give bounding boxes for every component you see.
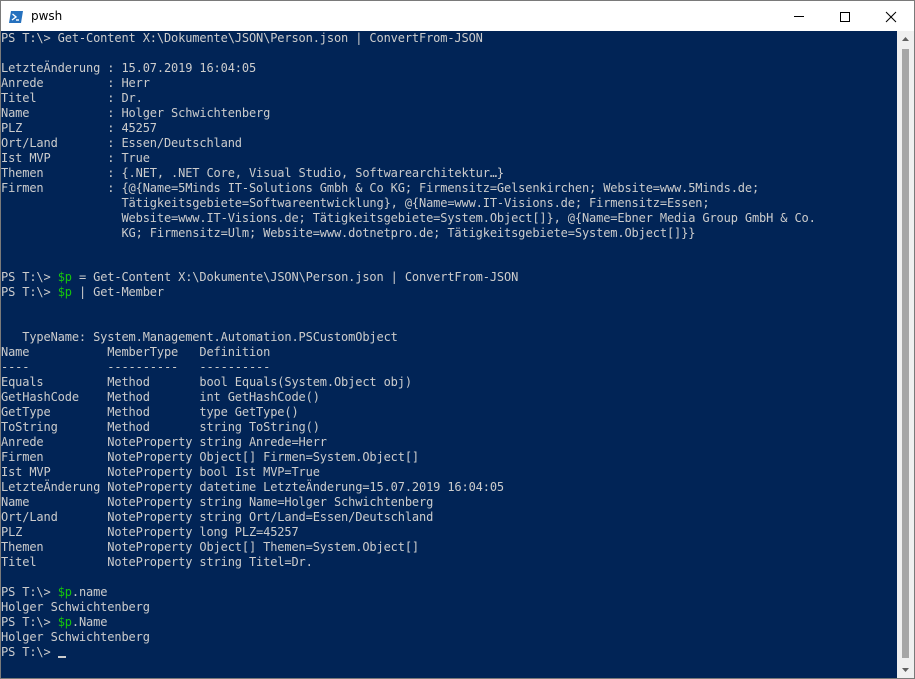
table-row: ToString Method string ToString()	[1, 420, 320, 434]
table-row: Anrede NoteProperty string Anrede=Herr	[1, 435, 327, 449]
vertical-scrollbar[interactable]	[897, 31, 914, 678]
minimize-button[interactable]	[776, 1, 822, 31]
command-line: PS T:\> Get-Content X:\Dokumente\JSON\Pe…	[1, 31, 483, 45]
command-line: PS T:\> $p.name	[1, 585, 107, 600]
variable-token: $p	[57, 285, 72, 299]
command-text: = Get-Content X:\Dokumente\JSON\Person.j…	[71, 270, 519, 284]
scrollbar-thumb[interactable]	[902, 49, 909, 658]
chevron-down-icon	[902, 668, 909, 672]
console-output[interactable]: PS T:\> Get-Content X:\Dokumente\JSON\Pe…	[1, 31, 897, 678]
prompt: PS T:\>	[1, 615, 58, 629]
close-button[interactable]	[868, 1, 914, 31]
table-header: Name MemberType Definition	[1, 345, 271, 359]
table-row: Themen NoteProperty Object[] Themen=Syst…	[1, 540, 419, 554]
maximize-button[interactable]	[822, 1, 868, 31]
variable-token: $p	[57, 270, 72, 284]
maximize-icon	[840, 12, 850, 22]
output-line: Holger Schwichtenberg	[1, 600, 150, 614]
command-line: PS T:\> $p.Name	[1, 615, 107, 630]
table-row: Ist MVP NoteProperty bool Ist MVP=True	[1, 465, 320, 479]
table-row: Ort/Land NoteProperty string Ort/Land=Es…	[1, 510, 434, 524]
output-line: Anrede : Herr	[1, 76, 150, 90]
prompt: PS T:\>	[1, 585, 58, 599]
prompt: PS T:\>	[1, 270, 58, 284]
table-row: LetzteÄnderung NoteProperty datetime Let…	[1, 480, 505, 494]
prompt: PS T:\>	[1, 285, 58, 299]
table-divider: ---- ---------- ----------	[1, 360, 271, 374]
input-line[interactable]: PS T:\>	[1, 645, 66, 660]
text-cursor	[57, 656, 66, 658]
command-text: .name	[71, 585, 108, 599]
scroll-down-button[interactable]	[897, 661, 914, 678]
output-line: Holger Schwichtenberg	[1, 630, 150, 644]
powershell-icon	[9, 9, 23, 23]
table-row: Name NoteProperty string Name=Holger Sch…	[1, 495, 434, 509]
table-row: Titel NoteProperty string Titel=Dr.	[1, 555, 313, 569]
output-line: Ort/Land : Essen/Deutschland	[1, 136, 242, 150]
output-line: Name : Holger Schwichtenberg	[1, 106, 271, 120]
command-text: .Name	[71, 615, 108, 629]
output-line: PLZ : 45257	[1, 121, 157, 135]
table-row: GetType Method type GetType()	[1, 405, 299, 419]
chevron-up-icon	[902, 37, 909, 41]
output-line: LetzteÄnderung : 15.07.2019 16:04:05	[1, 61, 257, 75]
output-line: KG; Firmensitz=Ulm; Website=www.dotnetpr…	[1, 226, 696, 240]
command-line: PS T:\> $p | Get-Member	[1, 285, 164, 300]
variable-token: $p	[57, 615, 72, 629]
command-text: | Get-Member	[71, 285, 164, 299]
table-row: Equals Method bool Equals(System.Object …	[1, 375, 412, 389]
close-icon	[885, 11, 897, 23]
scroll-up-button[interactable]	[897, 31, 914, 48]
terminal-window: pwsh PS T:\> Get-Content X:\Dokumente\JS…	[0, 0, 915, 679]
prompt: PS T:\>	[1, 645, 58, 659]
output-line: Firmen : {@{Name=5Minds IT-Solutions Gmb…	[1, 181, 760, 195]
typename-line: TypeName: System.Management.Automation.P…	[1, 330, 398, 344]
output-line: Titel : Dr.	[1, 91, 143, 105]
title-bar[interactable]: pwsh	[1, 1, 914, 31]
window-title: pwsh	[31, 9, 63, 23]
output-line: Themen : {.NET, .NET Core, Visual Studio…	[1, 166, 505, 180]
table-row: GetHashCode Method int GetHashCode()	[1, 390, 320, 404]
variable-token: $p	[57, 585, 72, 599]
output-line: Ist MVP : True	[1, 151, 150, 165]
table-row: PLZ NoteProperty long PLZ=45257	[1, 525, 299, 539]
output-line: Website=www.IT-Visions.de; Tätigkeitsgeb…	[1, 211, 816, 225]
output-line: Tätigkeitsgebiete=Softwareentwicklung}, …	[1, 196, 710, 210]
command-line: PS T:\> $p = Get-Content X:\Dokumente\JS…	[1, 270, 518, 285]
table-row: Firmen NoteProperty Object[] Firmen=Syst…	[1, 450, 419, 464]
minimize-icon	[794, 16, 804, 17]
